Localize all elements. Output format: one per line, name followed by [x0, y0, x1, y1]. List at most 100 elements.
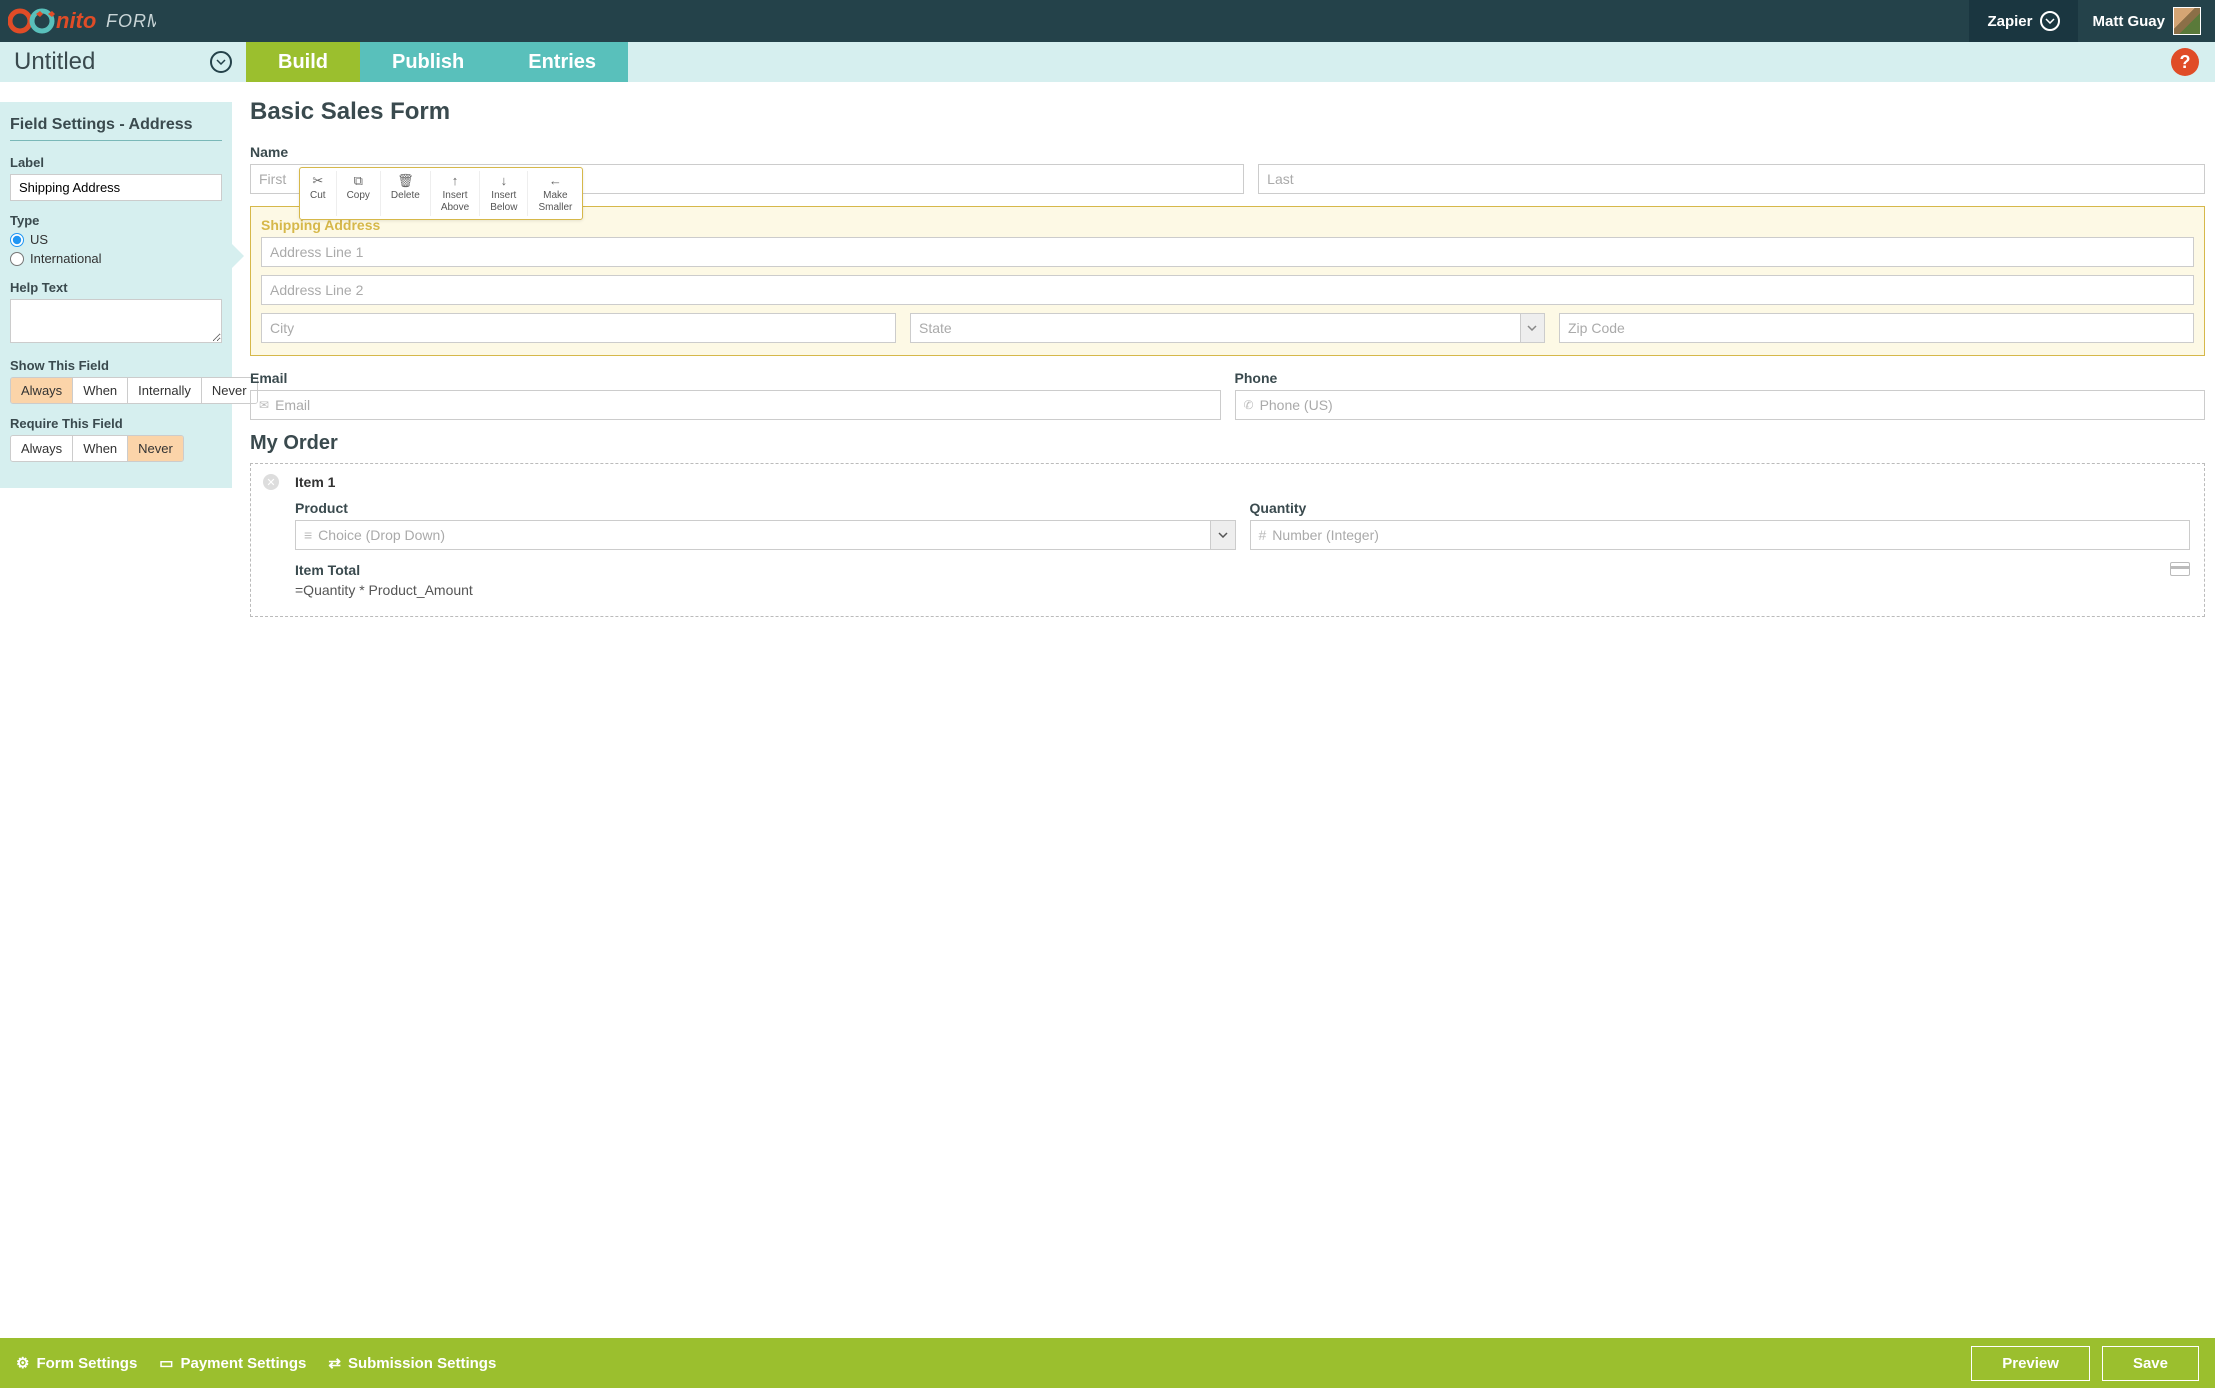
email-phone-row: Email ✉ Email Phone ✆ Phone (US) [250, 370, 2205, 420]
phone-field[interactable]: Phone ✆ Phone (US) [1235, 370, 2206, 420]
product-dropdown-btn[interactable] [1210, 520, 1235, 550]
help-button[interactable]: ? [2171, 48, 2199, 76]
payment-settings-link[interactable]: ▭ Payment Settings [159, 1354, 306, 1372]
show-always[interactable]: Always [11, 378, 73, 403]
footer-right: Preview Save [1971, 1346, 2199, 1381]
city-input[interactable] [261, 313, 896, 343]
show-internally[interactable]: Internally [128, 378, 202, 403]
arrow-up-icon: ↑ [452, 173, 459, 189]
type-radio-group: US International [10, 232, 222, 266]
user-menu[interactable]: Matt Guay [2078, 0, 2215, 42]
toolbar-cut[interactable]: ✂Cut [300, 171, 337, 216]
trash-icon: 🗑 [397, 173, 414, 189]
list-icon: ≡ [304, 527, 312, 543]
credit-card-icon [2170, 562, 2190, 576]
subheader: Untitled Build Publish Entries ? [0, 42, 2215, 82]
order-repeating-section[interactable]: ✕ Item 1 Product ≡ Choice (Drop Down) [250, 463, 2205, 617]
form-title-area: Untitled [0, 42, 246, 82]
label-input[interactable] [10, 174, 222, 201]
form-title: Untitled [14, 48, 95, 76]
toolbar-make-smaller[interactable]: ←Make Smaller [528, 171, 582, 216]
type-heading: Type [10, 213, 222, 228]
address-line2[interactable] [261, 275, 2194, 305]
envelope-icon: ✉ [259, 398, 269, 412]
svg-text:nito: nito [56, 8, 96, 33]
email-input-wrap[interactable]: ✉ Email [250, 390, 1221, 420]
main: Field Settings - Address Label Type US I… [0, 82, 2215, 1338]
zapier-button[interactable]: Zapier [1969, 0, 2078, 42]
require-field-heading: Require This Field [10, 416, 222, 431]
logo[interactable]: nito FORMS [0, 6, 156, 36]
zip-input[interactable] [1559, 313, 2194, 343]
form-settings-link[interactable]: ⚙ Form Settings [16, 1354, 137, 1372]
toolbar-delete[interactable]: 🗑Delete [381, 171, 431, 216]
shuffle-icon: ⇄ [328, 1354, 341, 1372]
header-right: Zapier Matt Guay [1969, 0, 2215, 42]
radio-intl-input[interactable] [10, 252, 24, 266]
require-always[interactable]: Always [11, 436, 73, 461]
help-text-heading: Help Text [10, 280, 222, 295]
form-canvas: Basic Sales Form Name ✂Cut ⧉Copy 🗑Delete… [232, 82, 2215, 1338]
svg-text:FORMS: FORMS [106, 11, 156, 31]
form-title-dropdown[interactable] [210, 51, 232, 73]
name-label: Name [250, 144, 1244, 160]
state-input[interactable] [910, 313, 1520, 343]
toolbar-insert-above[interactable]: ↑Insert Above [431, 171, 480, 216]
item-total-block[interactable]: Item Total =Quantity * Product_Amount [295, 562, 473, 598]
state-dropdown-btn[interactable] [1520, 313, 1545, 343]
zapier-label: Zapier [1987, 13, 2032, 30]
cognito-logo-icon: nito FORMS [8, 6, 156, 36]
tab-build[interactable]: Build [246, 42, 360, 82]
footer-left: ⚙ Form Settings ▭ Payment Settings ⇄ Sub… [16, 1354, 496, 1372]
tab-entries[interactable]: Entries [496, 42, 628, 82]
preview-button[interactable]: Preview [1971, 1346, 2090, 1381]
help-text-input[interactable] [10, 299, 222, 343]
radio-international[interactable]: International [10, 251, 222, 266]
cut-icon: ✂ [312, 173, 323, 189]
quantity-field[interactable]: Quantity # Number (Integer) [1250, 500, 2191, 550]
submission-settings-link[interactable]: ⇄ Submission Settings [328, 1354, 496, 1372]
show-field-group: Always When Internally Never [10, 377, 258, 404]
canvas-form-title: Basic Sales Form [250, 98, 2205, 126]
tab-publish[interactable]: Publish [360, 42, 496, 82]
user-name: Matt Guay [2092, 13, 2165, 30]
save-button[interactable]: Save [2102, 1346, 2199, 1381]
hash-icon: # [1259, 527, 1267, 543]
field-settings-panel: Field Settings - Address Label Type US I… [0, 102, 232, 488]
shipping-address-field[interactable]: ✂Cut ⧉Copy 🗑Delete ↑Insert Above ↓Insert… [250, 206, 2205, 356]
toolbar-insert-below[interactable]: ↓Insert Below [480, 171, 528, 216]
email-label: Email [250, 370, 1221, 386]
label-heading: Label [10, 155, 222, 170]
item-total-formula: =Quantity * Product_Amount [295, 582, 473, 598]
credit-card-icon: ▭ [159, 1354, 173, 1372]
chevron-down-icon [2040, 11, 2060, 31]
avatar [2173, 7, 2201, 35]
require-never[interactable]: Never [128, 436, 183, 461]
quantity-label: Quantity [1250, 500, 2191, 516]
top-header: nito FORMS Zapier Matt Guay [0, 0, 2215, 42]
radio-us-input[interactable] [10, 233, 24, 247]
arrow-down-icon: ↓ [501, 173, 508, 189]
require-when[interactable]: When [73, 436, 128, 461]
phone-label: Phone [1235, 370, 2206, 386]
require-field-group: Always When Never [10, 435, 184, 462]
last-name-input[interactable] [1258, 164, 2205, 194]
toolbar-copy[interactable]: ⧉Copy [337, 171, 381, 216]
gear-icon: ⚙ [16, 1354, 29, 1372]
copy-icon: ⧉ [354, 173, 363, 189]
footer-bar: ⚙ Form Settings ▭ Payment Settings ⇄ Sub… [0, 1338, 2215, 1388]
email-field[interactable]: Email ✉ Email [250, 370, 1221, 420]
radio-us[interactable]: US [10, 232, 222, 247]
field-toolbar: ✂Cut ⧉Copy 🗑Delete ↑Insert Above ↓Insert… [299, 167, 583, 220]
phone-icon: ✆ [1244, 398, 1254, 412]
remove-item-button[interactable]: ✕ [263, 474, 279, 490]
phone-input-wrap[interactable]: ✆ Phone (US) [1235, 390, 2206, 420]
product-label: Product [295, 500, 1236, 516]
panel-title: Field Settings - Address [10, 116, 222, 141]
show-when[interactable]: When [73, 378, 128, 403]
item-title: Item 1 [295, 474, 2190, 490]
arrow-left-icon: ← [549, 173, 562, 189]
address-line1[interactable] [261, 237, 2194, 267]
order-section-title: My Order [250, 432, 2205, 455]
product-field[interactable]: Product ≡ Choice (Drop Down) [295, 500, 1236, 550]
